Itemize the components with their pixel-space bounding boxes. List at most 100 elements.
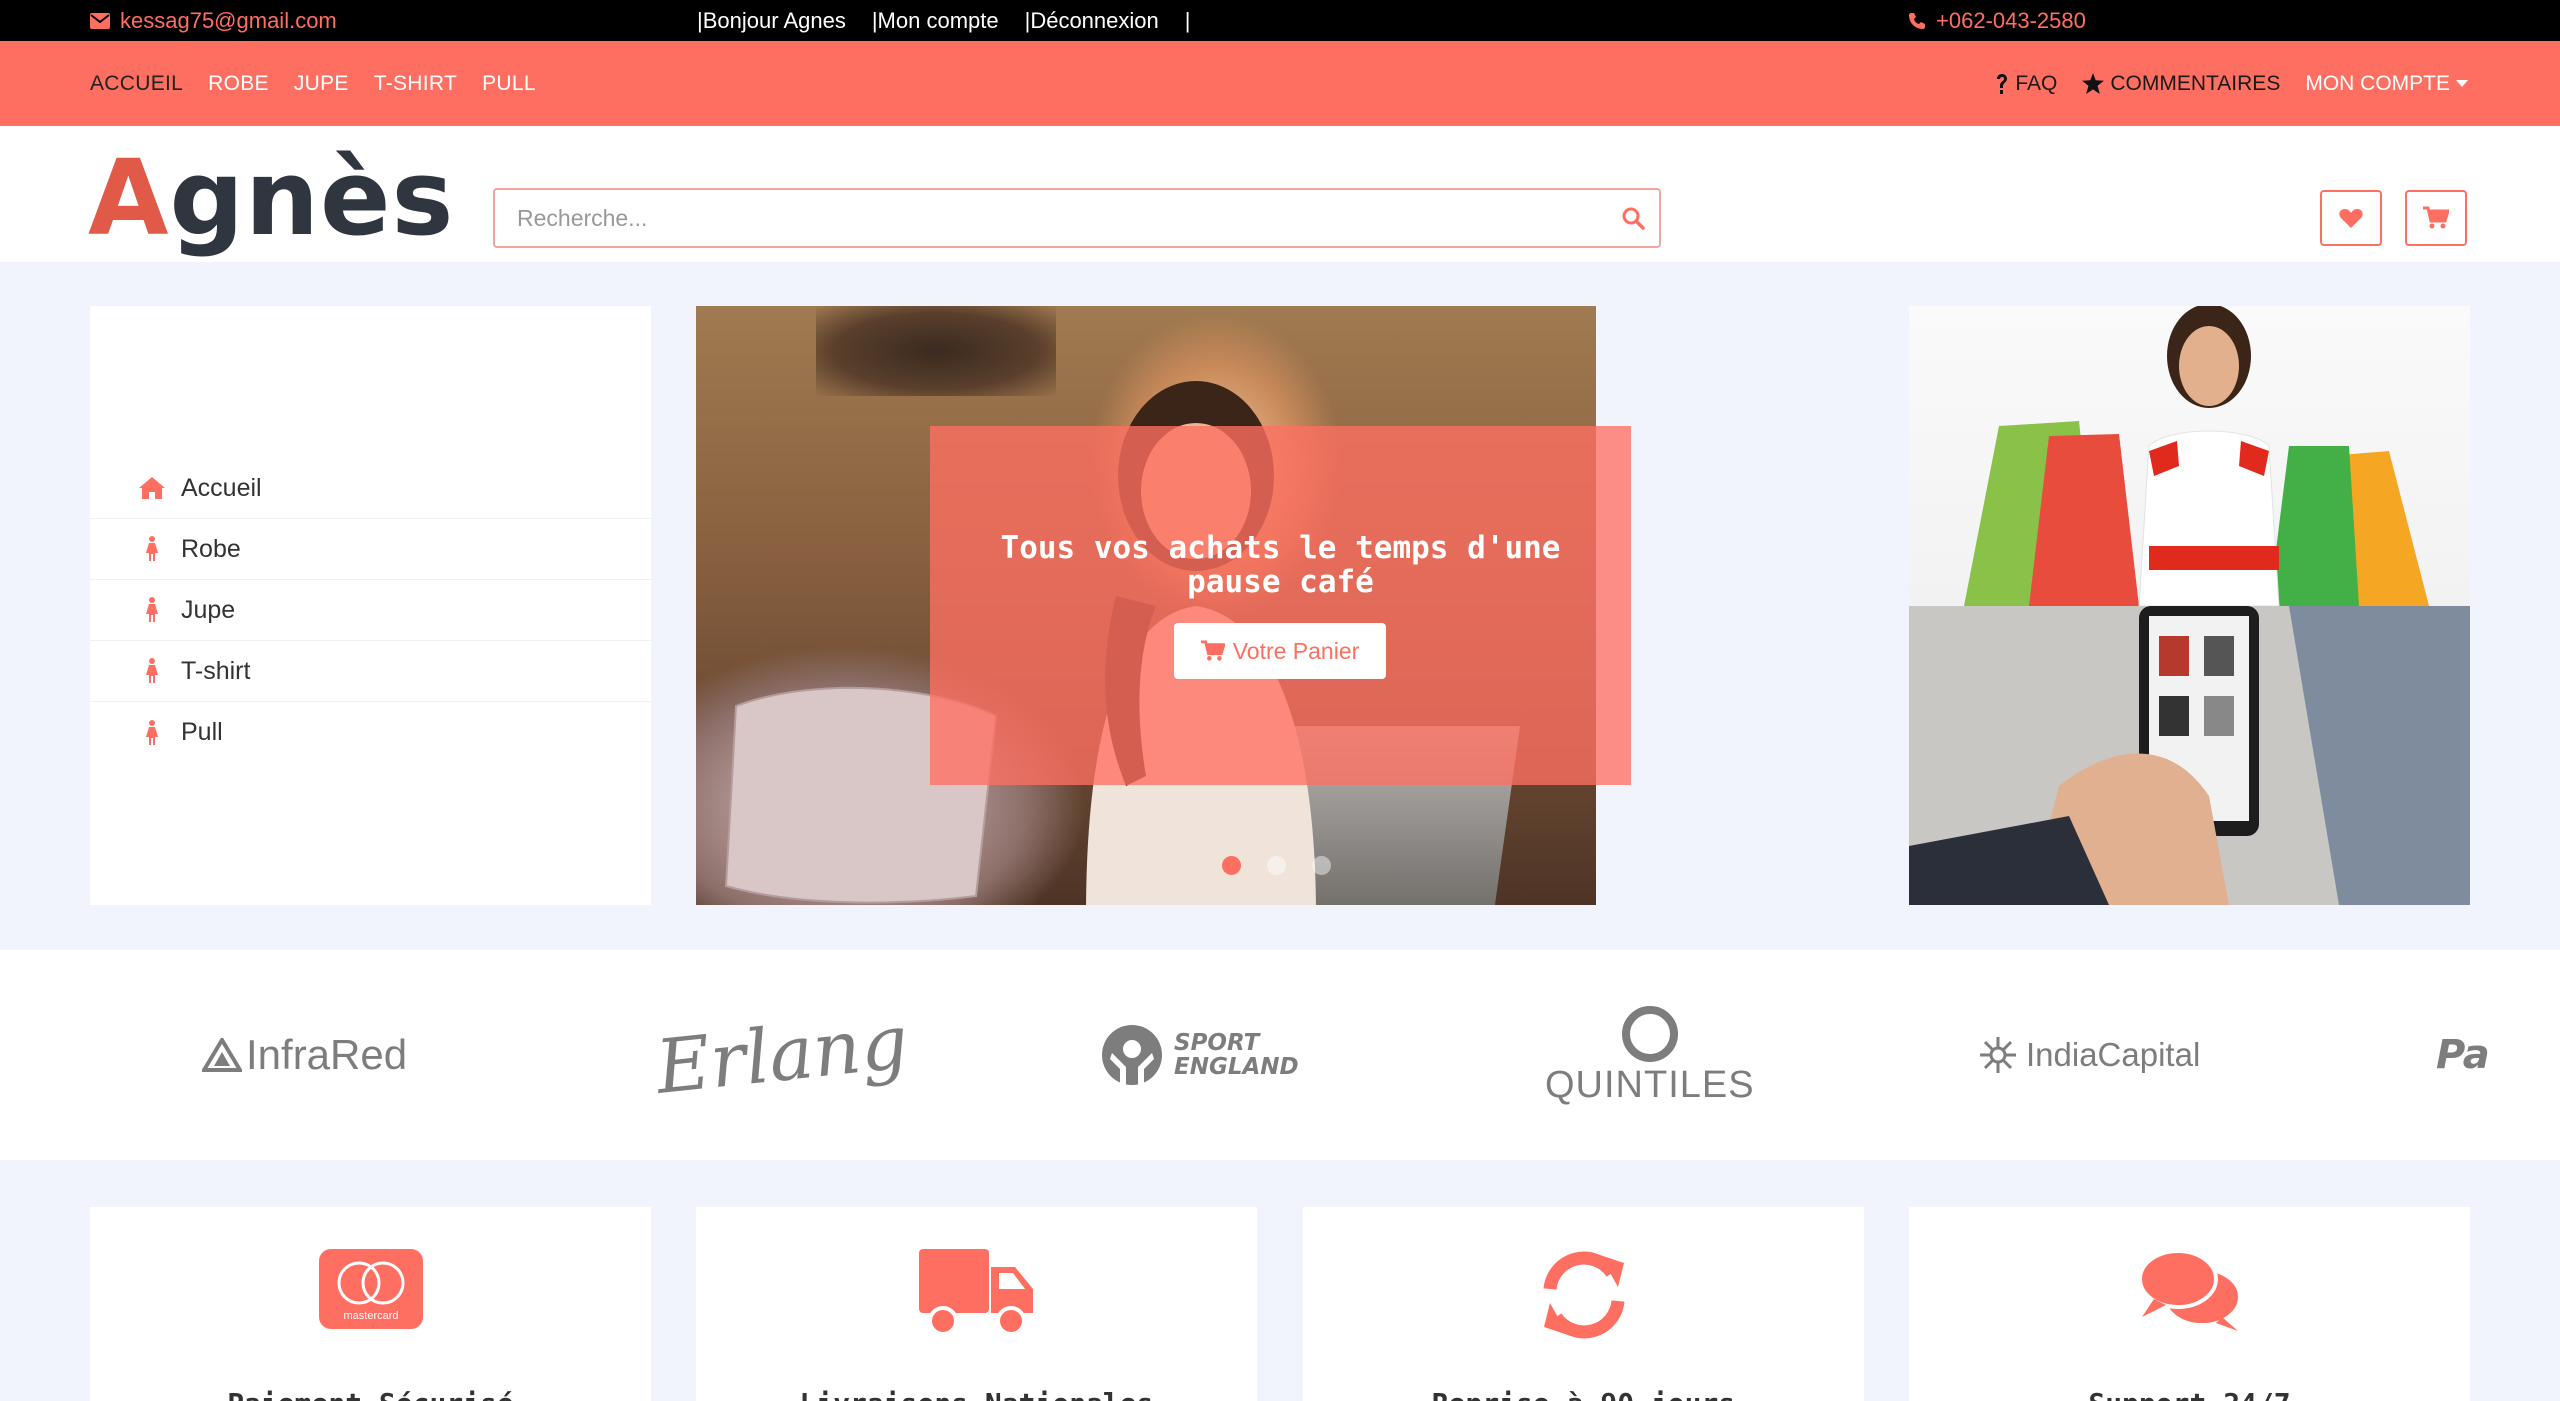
contact-phone[interactable]: +062-043-2580 — [1908, 0, 2086, 41]
cart-icon — [2423, 206, 2449, 229]
site-header: Agnès — [0, 126, 2560, 262]
feature-secure-payment: mastercard Paiement Sécurisé — [90, 1207, 651, 1401]
sidebar-item-robe[interactable]: Robe — [90, 519, 651, 580]
female-icon — [135, 719, 169, 746]
logo-initial: A — [88, 137, 170, 259]
star-icon — [2082, 73, 2105, 94]
brand-name-line1: SPORT — [1174, 1030, 1260, 1056]
top-bar: kessag75@gmail.com |Bonjour Agnes |Mon c… — [0, 0, 2560, 41]
feature-title: Reprise à 90 jours — [1303, 1387, 1864, 1401]
sidebar-item-jupe[interactable]: Jupe — [90, 580, 651, 641]
sidebar-item-accueil[interactable]: Accueil — [90, 458, 651, 519]
feature-support: Support 24/7 — [1909, 1207, 2470, 1401]
brand-text: SPORT ENGLAND — [1174, 1031, 1299, 1079]
female-icon — [135, 536, 169, 562]
home-icon — [135, 476, 169, 500]
female-icon — [135, 597, 169, 623]
carousel-dot[interactable] — [1312, 856, 1331, 875]
nav-item-pull[interactable]: PULL — [482, 72, 536, 96]
comments-link[interactable]: COMMENTAIRES — [2082, 72, 2280, 96]
user-links: |Bonjour Agnes |Mon compte |Déconnexion … — [697, 0, 1216, 41]
site-logo[interactable]: Agnès — [88, 146, 454, 250]
heart-icon — [2339, 209, 2363, 228]
logo-rest: gnès — [169, 137, 455, 259]
search-box — [493, 188, 1661, 248]
feature-title: Support 24/7 — [1909, 1387, 2470, 1401]
cart-icon — [1200, 640, 1225, 661]
contact-email[interactable]: kessag75@gmail.com — [90, 0, 337, 41]
nav-item-accueil[interactable]: ACCUEIL — [90, 72, 183, 96]
infrared-logo-icon — [202, 1038, 242, 1072]
mastercard-icon: mastercard — [90, 1249, 651, 1329]
faq-label: FAQ — [2015, 71, 2058, 95]
sidebar-item-label: Robe — [181, 534, 241, 563]
carousel-indicators — [1222, 856, 1331, 875]
category-list: Accueil Robe Jupe T-shirt Pull — [90, 458, 651, 763]
quintiles-logo-icon — [1621, 1005, 1678, 1062]
brand-infrared[interactable]: InfraRed — [202, 950, 407, 1160]
sidebar-item-label: Accueil — [181, 473, 262, 502]
sidebar-item-label: Pull — [181, 718, 223, 746]
promo-shopping-image[interactable] — [1909, 306, 2470, 606]
caret-down-icon — [2456, 80, 2468, 88]
cart-cta-button[interactable]: Votre Panier — [1174, 623, 1386, 679]
brand-indiacapital[interactable]: IndiaCapital — [1978, 950, 2200, 1160]
carousel-caption: Tous vos achats le temps d'une pause caf… — [930, 426, 1631, 785]
truck-icon — [696, 1249, 1257, 1341]
nav-item-robe[interactable]: ROBE — [208, 72, 269, 96]
brand-name: IndiaCapital — [2026, 1036, 2201, 1073]
brand-name: InfraRed — [246, 1031, 408, 1078]
category-nav: ACCUEIL ROBE JUPE T-SHIRT PULL — [90, 41, 536, 126]
sidebar-item-label: T-shirt — [181, 656, 251, 685]
chat-icon — [1909, 1249, 2470, 1333]
feature-title: Livraisons Nationales — [696, 1387, 1257, 1401]
caption-title: Tous vos achats le temps d'une pause caf… — [1000, 530, 1561, 600]
feature-90-day-return: Reprise à 90 jours — [1303, 1207, 1864, 1401]
brand-sport-england[interactable]: SPORT ENGLAND — [1100, 950, 1299, 1160]
sport-england-logo-icon — [1102, 1025, 1162, 1085]
brand-name: Erlang — [652, 999, 913, 1111]
sidebar-item-tshirt[interactable]: T-shirt — [90, 641, 651, 702]
envelope-icon — [90, 12, 110, 29]
account-dropdown[interactable]: MON COMPTE — [2305, 72, 2468, 96]
brand-name-line2: ENGLAND — [1174, 1054, 1299, 1080]
nav-item-jupe[interactable]: JUPE — [294, 72, 349, 96]
brand-quintiles[interactable]: QUINTILES — [1545, 950, 1755, 1160]
cart-button[interactable] — [2405, 190, 2467, 246]
wishlist-button[interactable] — [2320, 190, 2382, 246]
feature-title: Paiement Sécurisé — [90, 1387, 651, 1401]
phone-icon — [1909, 12, 1925, 29]
brand-name: Pa — [2436, 1032, 2490, 1078]
comments-label: COMMENTAIRES — [2110, 71, 2281, 95]
separator: | — [1184, 8, 1191, 33]
faq-link[interactable]: FAQ — [1995, 72, 2057, 96]
logout-link[interactable]: |Déconnexion — [1025, 0, 1159, 41]
sidebar-item-pull[interactable]: Pull — [90, 702, 651, 763]
sidebar-item-label: Jupe — [181, 595, 236, 624]
feature-national-delivery: Livraisons Nationales — [696, 1207, 1257, 1401]
question-icon — [1997, 73, 2008, 94]
email-text: kessag75@gmail.com — [120, 8, 337, 33]
account-link[interactable]: |Mon compte — [872, 0, 999, 41]
shopping-woman-illustration — [1964, 306, 2429, 606]
category-sidebar: Accueil Robe Jupe T-shirt Pull — [90, 306, 651, 905]
utility-nav: FAQ COMMENTAIRES MON COMPTE — [1995, 41, 2468, 126]
brand-erlang[interactable]: Erlang — [652, 950, 912, 1160]
female-icon — [135, 658, 169, 684]
mastercard-label: mastercard — [343, 1310, 398, 1322]
brand-logos-strip: InfraRed Erlang SPORT ENGLAND QUINTILES … — [0, 950, 2560, 1160]
search-input[interactable] — [495, 190, 1595, 246]
phone-hand-illustration — [1909, 606, 2470, 905]
main-navbar: ACCUEIL ROBE JUPE T-SHIRT PULL FAQ COMME… — [0, 41, 2560, 126]
account-label: MON COMPTE — [2305, 71, 2450, 95]
search-icon[interactable] — [1621, 206, 1645, 230]
carousel-dot[interactable] — [1222, 856, 1241, 875]
brand-partial[interactable]: Pa — [2436, 950, 2490, 1160]
brand-name: QUINTILES — [1545, 1063, 1755, 1106]
phone-text: +062-043-2580 — [1936, 8, 2086, 33]
promo-mobile-image[interactable] — [1909, 606, 2470, 905]
indiacapital-logo-icon — [1980, 1037, 2016, 1073]
nav-item-tshirt[interactable]: T-SHIRT — [374, 72, 457, 96]
carousel-dot[interactable] — [1267, 856, 1286, 875]
refresh-icon — [1303, 1249, 1864, 1341]
